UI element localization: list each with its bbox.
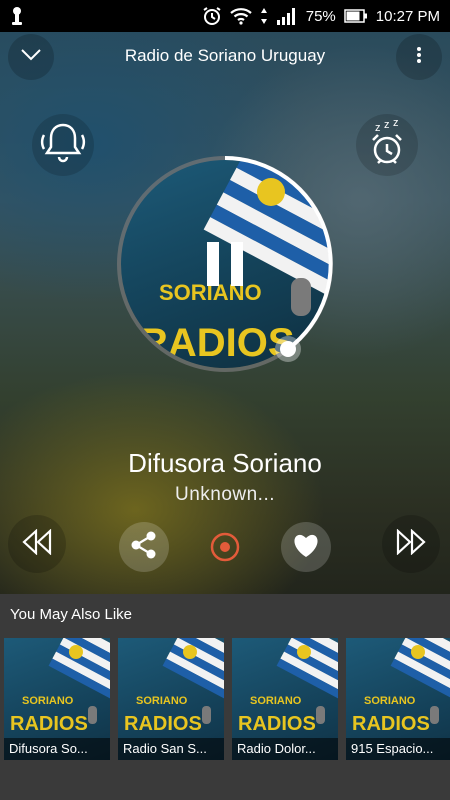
related-title: You May Also Like <box>10 606 133 623</box>
svg-text:SORIANO: SORIANO <box>250 695 302 707</box>
notification-icon <box>10 6 24 26</box>
previous-button[interactable] <box>8 515 66 573</box>
related-card-label: Difusora So... <box>4 738 110 760</box>
more-vert-icon <box>416 46 422 69</box>
sleep-timer-button[interactable]: z z z <box>356 114 418 176</box>
alarm-clock-sleep-icon: z z z <box>364 117 410 173</box>
related-card-label: 915 Espacio... <box>346 738 450 760</box>
wifi-icon <box>230 7 252 25</box>
related-artwork: SORIANO RADIOS <box>238 638 338 735</box>
svg-text:z: z <box>384 119 390 131</box>
notification-button[interactable] <box>32 114 94 176</box>
svg-text:RADIOS: RADIOS <box>124 713 202 735</box>
station-name: Difusora Soriano <box>128 448 322 478</box>
fast-forward-icon <box>395 527 427 560</box>
favorite-button[interactable] <box>281 522 331 572</box>
progress-handle[interactable] <box>280 341 296 357</box>
page-title: Radio de Soriano Uruguay <box>124 46 326 65</box>
data-arrows-icon <box>260 7 268 25</box>
related-artwork: SORIANO RADIOS <box>124 638 224 735</box>
related-card[interactable]: SORIANO RADIOS 915 Espacio... <box>346 638 450 760</box>
related-card-label: Radio San S... <box>118 738 224 760</box>
related-card[interactable]: SORIANO RADIOS Radio Dolor... <box>232 638 338 760</box>
related-list: SORIANO RADIOS Difusora So... SORIANO RA… <box>4 638 450 760</box>
svg-text:SORIANO: SORIANO <box>22 695 74 707</box>
share-icon <box>130 531 158 564</box>
battery-icon <box>344 8 368 24</box>
pause-button[interactable] <box>205 242 245 291</box>
related-card[interactable]: SORIANO RADIOS Radio San S... <box>118 638 224 760</box>
player-screen: Radio de Soriano Uruguay z z z SORIANO R… <box>0 32 450 594</box>
battery-percent: 75% <box>305 7 336 25</box>
svg-text:RADIOS: RADIOS <box>238 713 316 735</box>
more-options-button[interactable] <box>396 34 442 80</box>
related-card-label: Radio Dolor... <box>232 738 338 760</box>
clock-time: 10:27 PM <box>375 7 440 25</box>
record-button[interactable] <box>208 530 242 569</box>
related-artwork: SORIANO RADIOS <box>352 638 450 735</box>
share-button[interactable] <box>119 522 169 572</box>
svg-text:z: z <box>375 122 381 134</box>
record-icon <box>208 532 242 568</box>
bell-icon <box>38 121 88 170</box>
alarm-icon <box>202 6 222 26</box>
heart-icon <box>292 532 320 563</box>
signal-icon <box>276 7 298 25</box>
next-button[interactable] <box>382 515 440 573</box>
status-bar: 75% 10:27 PM <box>0 0 450 32</box>
pause-icon <box>205 242 245 290</box>
rewind-icon <box>21 527 53 560</box>
svg-text:z: z <box>393 118 399 129</box>
related-card[interactable]: SORIANO RADIOS Difusora So... <box>4 638 110 760</box>
artwork-progress[interactable]: SORIANO RADIOS <box>115 154 335 374</box>
related-section: You May Also Like SORIANO RADIOS Difusor… <box>0 594 450 800</box>
svg-text:SORIANO: SORIANO <box>364 695 416 707</box>
artist-name: Unknown... <box>174 484 276 505</box>
svg-text:SORIANO: SORIANO <box>136 695 188 707</box>
svg-text:RADIOS: RADIOS <box>10 713 88 735</box>
svg-text:RADIOS: RADIOS <box>352 713 430 735</box>
related-artwork: SORIANO RADIOS <box>10 638 110 735</box>
